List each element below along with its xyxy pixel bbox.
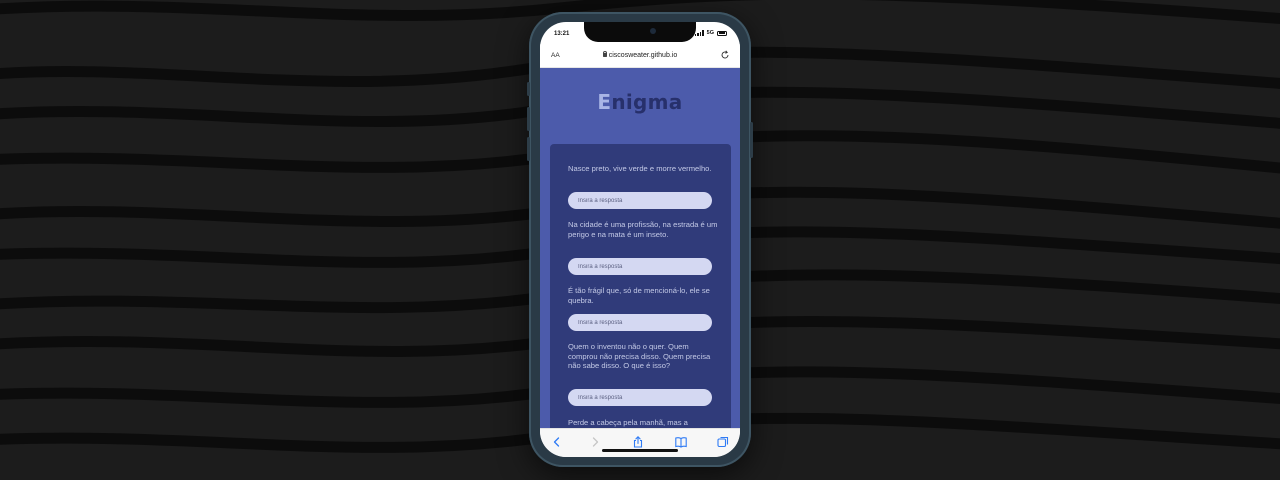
riddle-5-question: Perde a cabeça pela manhã, mas a	[568, 418, 688, 427]
signal-icon	[695, 30, 704, 36]
phone-volume-down-button	[527, 137, 530, 161]
url-text: ciscosweater.github.io	[608, 52, 678, 59]
forward-icon[interactable]	[588, 435, 602, 449]
enigma-page: Enigma Nasce preto, vive verde e morre v…	[540, 68, 740, 428]
phone-mockup: 13:21 5G AA ciscosweater.github.io Enigm…	[527, 12, 753, 467]
browser-toolbar	[540, 428, 740, 457]
back-icon[interactable]	[550, 435, 564, 449]
status-time: 13:21	[554, 31, 570, 37]
share-icon[interactable]	[631, 435, 645, 449]
phone-power-button	[750, 122, 753, 158]
riddle-1-question: Nasce preto, vive verde e morre vermelho…	[568, 164, 712, 173]
address-bar[interactable]: AA ciscosweater.github.io	[540, 44, 740, 68]
riddle-1-answer-input[interactable]	[568, 192, 712, 209]
lock-icon	[602, 50, 608, 57]
riddle-3-answer-input[interactable]	[568, 314, 712, 331]
url-field[interactable]: ciscosweater.github.io	[540, 50, 740, 59]
riddle-2-answer-input[interactable]	[568, 258, 712, 275]
front-camera	[650, 28, 656, 34]
reload-icon[interactable]	[720, 50, 730, 60]
enigma-logo: Enigma	[540, 90, 740, 114]
status-indicators: 5G	[695, 30, 727, 36]
riddles-card: Nasce preto, vive verde e morre vermelho…	[550, 144, 731, 428]
phone-screen: 13:21 5G AA ciscosweater.github.io Enigm…	[540, 22, 740, 457]
battery-icon	[717, 30, 727, 36]
phone-notch	[584, 22, 696, 42]
riddle-2-question: Na cidade é uma profissão, na estrada é …	[568, 220, 718, 239]
phone-silent-switch	[527, 82, 530, 96]
phone-volume-up-button	[527, 107, 530, 131]
riddle-4-question: Quem o inventou não o quer. Quem comprou…	[568, 342, 711, 371]
logo-rest: nigma	[611, 90, 683, 114]
home-indicator	[602, 449, 678, 452]
network-label: 5G	[706, 30, 714, 36]
logo-first-letter: E	[597, 90, 612, 114]
riddle-3-question: É tão frágil que, só de mencioná-lo, ele…	[568, 286, 710, 305]
riddle-4-answer-input[interactable]	[568, 389, 712, 406]
tabs-icon[interactable]	[716, 435, 730, 449]
bookmarks-icon[interactable]	[674, 435, 688, 449]
